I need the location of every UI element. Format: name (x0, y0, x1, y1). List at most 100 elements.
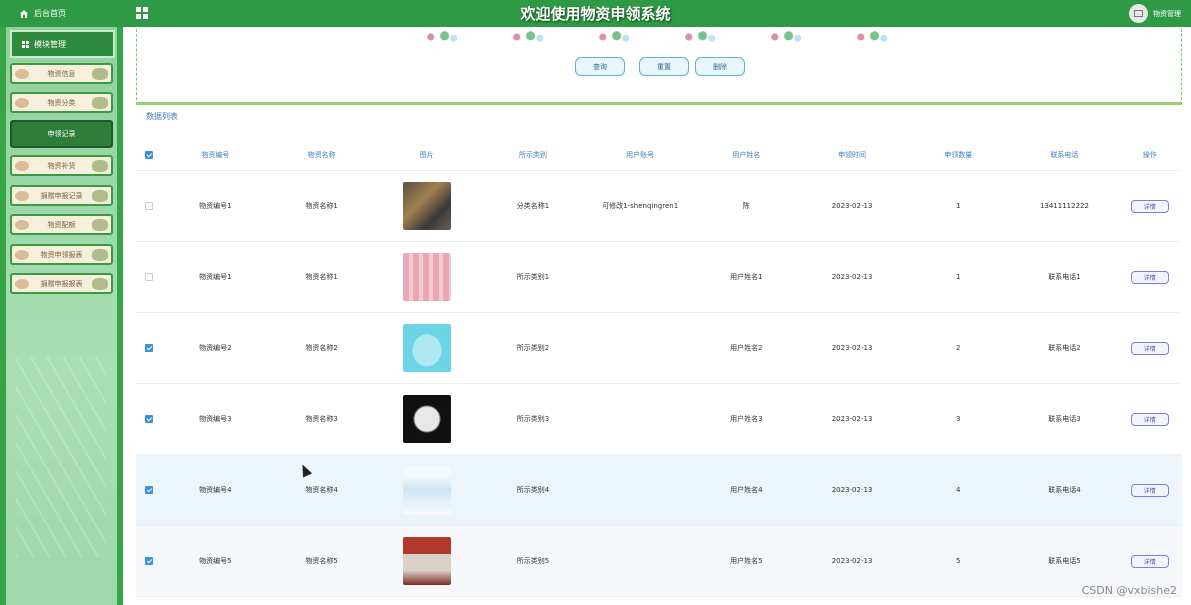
cell-time: 2023-02-13 (831, 486, 873, 494)
cell-qty: 4 (956, 486, 961, 494)
sidebar-item-material-info[interactable]: 物资信息 (10, 63, 113, 84)
sidebar-item-label: 捐赠申报报表 (40, 279, 83, 288)
table-row[interactable]: 物资编号3 物资名称3 所示类别3 用户姓名3 2023-02-13 3 联系电话3 详情 (136, 384, 1182, 455)
table-header: 物资编号 物资名称 图片 所示类别 用户账号 用户姓名 申领时间 申领数量 联系… (136, 140, 1182, 171)
table-row[interactable]: 物资编号1 物资名称1 所示类别1 用户姓名1 2023-02-13 1 联系电话1 详情 (136, 242, 1182, 313)
material-image (402, 537, 451, 585)
sidebar-item-label: 物资补货 (47, 161, 76, 170)
cell-phone: 联系电话1 (1048, 273, 1081, 281)
cell-category: 分类名称1 (516, 202, 550, 210)
col-header: 物资编号 (201, 151, 230, 159)
material-image (402, 324, 451, 372)
table-body: 物资编号1 物资名称1 分类名称1 可修改1-shenqingren1 陈 2023-02… (136, 171, 1182, 597)
cell-qty: 5 (956, 557, 961, 565)
cell-code: 物资编号1 (199, 202, 232, 210)
col-header: 申领时间 (838, 151, 867, 159)
col-header: 用户账号 (626, 151, 655, 159)
reset-button[interactable]: 重置 (639, 57, 689, 76)
cell-time: 2023-02-13 (831, 273, 873, 281)
select-all-checkbox[interactable] (144, 151, 153, 159)
col-header: 操作 (1142, 151, 1157, 159)
row-checkbox[interactable] (144, 273, 153, 281)
col-header: 用户姓名 (732, 151, 761, 159)
material-image (402, 182, 451, 230)
cell-category: 所示类别4 (516, 486, 550, 494)
avatar-icon (1129, 4, 1148, 23)
col-header: 物资名称 (307, 151, 336, 159)
cell-qty: 1 (956, 273, 961, 281)
sidebar-section-header[interactable]: 模块管理 (10, 30, 115, 58)
cell-username: 用户姓名3 (730, 415, 763, 423)
records-table: 物资编号 物资名称 图片 所示类别 用户账号 用户姓名 申领时间 申领数量 联系… (136, 140, 1182, 597)
cell-qty: 2 (956, 344, 961, 352)
cell-name: 物资名称4 (305, 486, 338, 494)
cell-category: 所示类别3 (516, 415, 550, 423)
col-header: 所示类别 (518, 151, 547, 159)
cell-username: 用户姓名4 (730, 486, 763, 494)
col-header: 联系电话 (1050, 151, 1079, 159)
row-checkbox[interactable] (144, 557, 153, 565)
detail-button[interactable]: 详情 (1130, 412, 1169, 426)
detail-button[interactable]: 详情 (1130, 341, 1169, 355)
sidebar-section-label: 模块管理 (34, 39, 66, 49)
sidebar-item-donation-records[interactable]: 捐赠申报记录 (10, 185, 113, 206)
cell-qty: 1 (956, 202, 961, 210)
cell-phone: 联系电话5 (1048, 557, 1081, 565)
cell-name: 物资名称5 (305, 557, 338, 565)
sidebar-item-restock[interactable]: 物资补货 (10, 155, 113, 176)
table-row[interactable]: 物资编号4 物资名称4 所示类别4 用户姓名4 2023-02-13 4 联系电话4 详情 (136, 455, 1182, 526)
app-title: 欢迎使用物资申领系统 (520, 5, 671, 23)
watermark: CSDN @vxbishe2 (1081, 584, 1177, 597)
cell-phone: 联系电话2 (1048, 344, 1081, 352)
sidebar-item-quota[interactable]: 物资配额 (10, 214, 113, 235)
sidebar-item-apply-records[interactable]: 申领记录 (10, 120, 113, 148)
row-checkbox[interactable] (144, 486, 153, 494)
detail-button[interactable]: 详情 (1130, 483, 1169, 497)
sidebar-item-apply-report[interactable]: 物资申领报表 (10, 244, 113, 265)
cell-time: 2023-02-13 (831, 344, 873, 352)
cell-account: 可修改1-shenqingren1 (602, 202, 679, 210)
grid-icon (22, 40, 29, 48)
cell-username: 陈 (742, 202, 750, 210)
detail-button[interactable]: 详情 (1130, 554, 1169, 568)
delete-button[interactable]: 删除 (695, 57, 745, 76)
data-list-label: 数据列表 (146, 112, 178, 121)
cell-code: 物资编号3 (199, 415, 232, 423)
cell-phone: 13411112222 (1039, 202, 1089, 210)
sidebar-item-donation-report[interactable]: 捐赠申报报表 (10, 273, 113, 294)
sidebar-item-label: 物资配额 (47, 220, 76, 229)
table-row[interactable]: 物资编号1 物资名称1 分类名称1 可修改1-shenqingren1 陈 2023-02… (136, 171, 1182, 242)
cell-phone: 联系电话3 (1048, 415, 1081, 423)
user-menu[interactable]: 物资管理 (1129, 4, 1181, 23)
cell-username: 用户姓名1 (730, 273, 763, 281)
cell-time: 2023-02-13 (831, 415, 873, 423)
sidebar-item-label: 物资信息 (47, 69, 76, 78)
cell-code: 物资编号2 (199, 344, 232, 352)
cell-name: 物资名称3 (305, 415, 338, 423)
cell-username: 用户姓名5 (730, 557, 763, 565)
detail-button[interactable]: 详情 (1130, 199, 1169, 213)
detail-button[interactable]: 详情 (1130, 270, 1169, 284)
cell-phone: 联系电话4 (1048, 486, 1081, 494)
col-header: 申领数量 (944, 151, 973, 159)
sidebar-item-material-category[interactable]: 物资分类 (10, 92, 113, 113)
row-checkbox[interactable] (144, 415, 153, 423)
decorative-flowers (417, 31, 917, 45)
material-image (402, 466, 451, 514)
cell-username: 用户姓名2 (730, 344, 763, 352)
cell-time: 2023-02-13 (831, 202, 873, 210)
top-bar: 后台首页 欢迎使用物资申领系统 物资管理 (0, 0, 1191, 27)
cell-code: 物资编号1 (199, 273, 232, 281)
search-panel: 查询 重置 删除 (136, 29, 1182, 105)
row-checkbox[interactable] (144, 344, 153, 352)
cell-name: 物资名称1 (305, 273, 338, 281)
sidebar-panel (6, 27, 117, 605)
query-button[interactable]: 查询 (575, 57, 625, 76)
table-row[interactable]: 物资编号5 物资名称5 所示类别5 用户姓名5 2023-02-13 5 联系电话5 详情 (136, 526, 1182, 597)
row-checkbox[interactable] (144, 202, 153, 210)
cell-qty: 3 (956, 415, 961, 423)
table-row[interactable]: 物资编号2 物资名称2 所示类别2 用户姓名2 2023-02-13 2 联系电话2 详情 (136, 313, 1182, 384)
sidebar-item-label: 物资分类 (47, 98, 76, 107)
cell-code: 物资编号4 (199, 486, 232, 494)
cell-time: 2023-02-13 (831, 557, 873, 565)
